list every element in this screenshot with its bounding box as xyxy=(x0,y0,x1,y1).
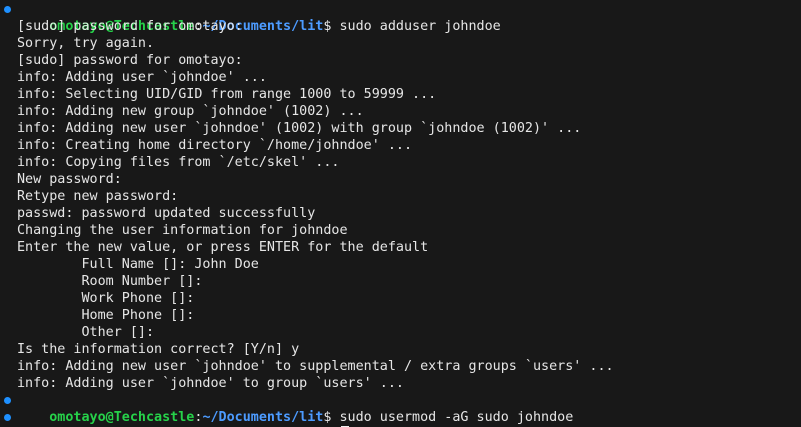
prompt-line: omotayo@Techcastle:~/Documents/lit$ sudo… xyxy=(0,392,801,425)
output-line: passwd: password updated successfully xyxy=(17,206,316,221)
prompt-line: omotayo@Techcastle:~/Documents/lit$ sudo… xyxy=(0,1,801,34)
terminal-window[interactable]: omotayo@Techcastle:~/Documents/lit$ sudo… xyxy=(0,0,801,427)
output-line: info: Copying files from `/etc/skel' ... xyxy=(17,155,340,170)
output-line: info: Adding new group `johndoe' (1002) … xyxy=(17,104,364,119)
output-line: info: Adding user `johndoe' to group `us… xyxy=(17,376,404,391)
output-line: info: Creating home directory `/home/joh… xyxy=(17,138,413,153)
output-line: Is the information correct? [Y/n] y xyxy=(17,342,300,357)
output-line: Other []: xyxy=(17,325,155,340)
command-status-dot-icon xyxy=(4,397,11,404)
output-line: [sudo] password for omotayo: xyxy=(17,19,243,34)
output-line: Room Number []: xyxy=(17,274,203,289)
output-line: [sudo] password for omotayo: xyxy=(17,53,243,68)
output-line: New password: xyxy=(17,172,122,187)
output-line: Enter the new value, or press ENTER for … xyxy=(17,240,429,255)
command-status-dot-icon xyxy=(4,414,11,421)
output-line: Work Phone []: xyxy=(17,291,195,306)
output-line: Sorry, try again. xyxy=(17,36,155,51)
output-line: Changing the user information for johndo… xyxy=(17,223,348,238)
output-line: Home Phone []: xyxy=(17,308,195,323)
output-line: info: Adding new user `johndoe' (1002) w… xyxy=(17,121,582,136)
command-status-dot-icon xyxy=(4,6,11,13)
output-line: Retype new password: xyxy=(17,189,179,204)
output-line: Full Name []: John Doe xyxy=(17,257,259,272)
output-line: info: Selecting UID/GID from range 1000 … xyxy=(17,87,437,102)
output-line: info: Adding user `johndoe' ... xyxy=(17,70,267,85)
output-line: info: Adding new user `johndoe' to suppl… xyxy=(17,359,614,374)
active-prompt-line[interactable]: omotayo@Techcastle:~/Documents/lit$ xyxy=(0,409,801,427)
